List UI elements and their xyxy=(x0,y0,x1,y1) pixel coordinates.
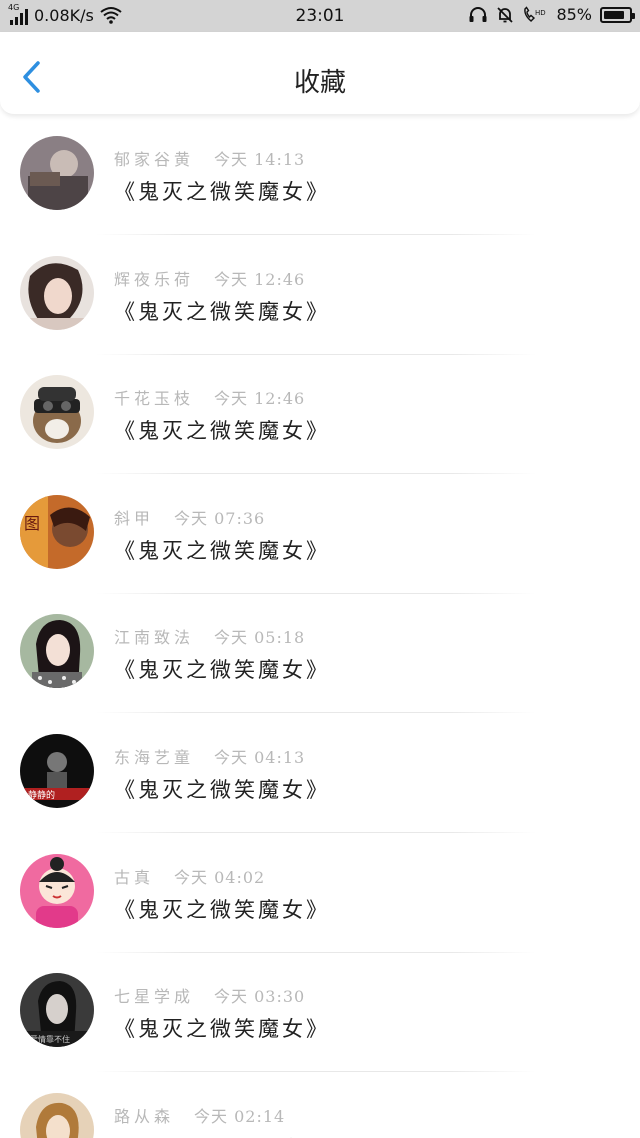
divider xyxy=(96,592,536,594)
item-meta: 东海艺童 今天 04:13 xyxy=(114,744,305,768)
svg-text:静静的: 静静的 xyxy=(28,789,55,801)
avatar[interactable]: 静静的 xyxy=(20,733,94,808)
divider xyxy=(96,353,536,355)
list-item[interactable]: 千花玉枝 今天 12:46 《鬼灭之微笑魔女》 xyxy=(0,357,640,477)
avatar[interactable]: 爱情靠不住 xyxy=(20,973,94,1048)
user-name[interactable]: 斜甲 xyxy=(114,509,154,528)
timestamp: 今天 04:02 xyxy=(174,867,266,887)
svg-text:HD: HD xyxy=(535,9,546,17)
item-meta: 江南致法 今天 05:18 xyxy=(114,624,305,648)
item-meta: 斜甲 今天 07:36 xyxy=(114,505,265,529)
divider xyxy=(96,712,536,714)
item-meta: 千花玉枝 今天 12:46 xyxy=(114,385,305,409)
status-right: HD 85% xyxy=(468,5,635,24)
user-name[interactable]: 千花玉枝 xyxy=(114,389,194,408)
list-item[interactable]: 爱情靠不住 七星学成 今天 03:30 《鬼灭之微笑魔女》 xyxy=(0,955,640,1075)
timestamp: 今天 14:13 xyxy=(214,150,306,169)
item-meta: 路从森 今天 02:14 xyxy=(114,1103,285,1127)
timestamp: 今天 03:30 xyxy=(214,987,306,1007)
timestamp: 今天 12:46 xyxy=(214,269,306,289)
hd-call-icon: HD xyxy=(522,5,548,24)
page-title: 收藏 xyxy=(293,68,346,98)
header: 收藏 xyxy=(0,32,640,115)
list-item[interactable]: 江南致法 今天 05:18 《鬼灭之微笑魔女》 xyxy=(0,596,640,716)
book-title[interactable]: 《鬼灭之微笑魔女》 xyxy=(114,1133,330,1138)
divider xyxy=(96,1071,536,1073)
list-item[interactable]: 古真 今天 04:02 《鬼灭之微笑魔女》 xyxy=(0,836,640,956)
avatar[interactable] xyxy=(20,853,94,928)
user-name[interactable]: 郁家谷黄 xyxy=(114,150,194,169)
book-title[interactable]: 《鬼灭之微笑魔女》 xyxy=(114,296,330,326)
book-title[interactable]: 《鬼灭之微笑魔女》 xyxy=(114,1013,330,1043)
divider xyxy=(96,951,536,953)
avatar[interactable]: 图 xyxy=(20,494,94,569)
timestamp: 今天 12:46 xyxy=(214,389,306,409)
timestamp: 今天 07:36 xyxy=(174,508,266,528)
user-name[interactable]: 江南致法 xyxy=(114,628,194,647)
battery-fill xyxy=(604,10,625,19)
item-meta: 辉夜乐荷 今天 12:46 xyxy=(114,266,305,290)
user-name[interactable]: 路从森 xyxy=(114,1107,174,1126)
item-meta: 七星学成 今天 03:30 xyxy=(114,983,305,1007)
user-name[interactable]: 东海艺童 xyxy=(114,748,194,767)
battery-icon xyxy=(600,6,635,23)
list-item[interactable]: 辉夜乐荷 今天 12:46 《鬼灭之微笑魔女》 xyxy=(0,238,640,358)
user-name[interactable]: 七星学成 xyxy=(114,987,194,1006)
item-meta: 古真 今天 04:02 xyxy=(114,864,265,888)
screen: 4G 0.08K/s 23:01 HD 85% 收藏 郁家谷黄 今天 14:13… xyxy=(0,0,640,1138)
bell-off-icon xyxy=(496,6,514,24)
user-name[interactable]: 古真 xyxy=(114,868,154,887)
avatar[interactable] xyxy=(20,614,94,689)
avatar[interactable] xyxy=(20,136,94,210)
favorites-list: 郁家谷黄 今天 14:13 《鬼灭之微笑魔女》 辉夜乐荷 今天 12:46 《鬼灭之微笑魔… xyxy=(0,118,640,1138)
svg-text:图: 图 xyxy=(24,514,40,533)
svg-text:爱情靠不住: 爱情靠不住 xyxy=(30,1034,70,1044)
list-item[interactable]: 路从森 今天 02:14 《鬼灭之微笑魔女》 xyxy=(0,1075,640,1138)
book-title[interactable]: 《鬼灭之微笑魔女》 xyxy=(114,415,330,445)
book-title[interactable]: 《鬼灭之微笑魔女》 xyxy=(114,774,330,804)
divider xyxy=(96,473,536,475)
timestamp: 今天 04:13 xyxy=(214,747,306,767)
avatar[interactable] xyxy=(20,375,94,450)
user-name[interactable]: 辉夜乐荷 xyxy=(114,270,194,289)
battery-percent: 85% xyxy=(556,5,592,24)
divider xyxy=(96,234,536,235)
list-item[interactable]: 图 斜甲 今天 07:36 《鬼灭之微笑魔女》 xyxy=(0,477,640,597)
headset-icon xyxy=(468,6,488,24)
timestamp: 今天 02:14 xyxy=(194,1106,286,1126)
divider xyxy=(96,831,536,833)
list-item[interactable]: 静静的 东海艺童 今天 04:13 《鬼灭之微笑魔女》 xyxy=(0,716,640,836)
list-item[interactable]: 郁家谷黄 今天 14:13 《鬼灭之微笑魔女》 xyxy=(0,118,640,238)
item-meta: 郁家谷黄 今天 14:13 xyxy=(114,146,305,170)
book-title[interactable]: 《鬼灭之微笑魔女》 xyxy=(114,176,330,206)
book-title[interactable]: 《鬼灭之微笑魔女》 xyxy=(114,654,330,684)
avatar[interactable] xyxy=(20,1092,94,1138)
avatar[interactable] xyxy=(20,255,94,330)
book-title[interactable]: 《鬼灭之微笑魔女》 xyxy=(114,535,330,565)
book-title[interactable]: 《鬼灭之微笑魔女》 xyxy=(114,894,330,924)
status-bar: 4G 0.08K/s 23:01 HD 85% xyxy=(0,0,640,32)
timestamp: 今天 05:18 xyxy=(214,628,306,648)
